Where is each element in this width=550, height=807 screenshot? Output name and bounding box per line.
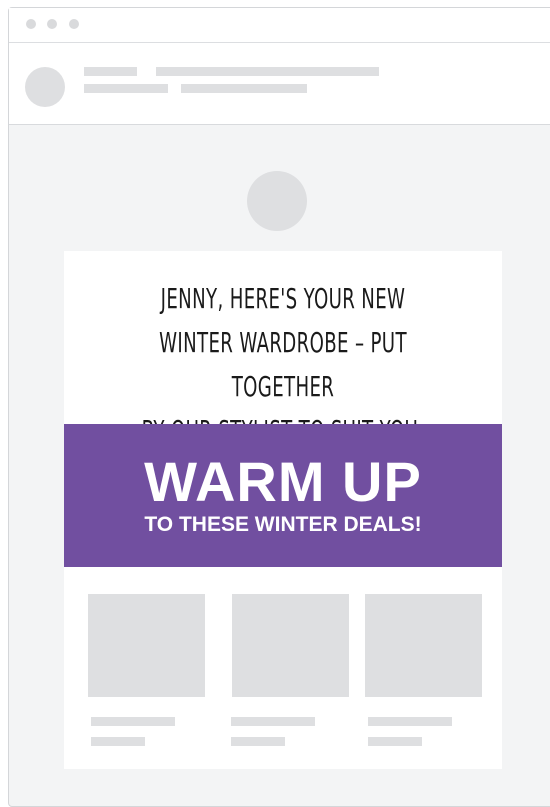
product-title-placeholder: [91, 717, 175, 726]
email-body-card: JENNY, HERE'S YOUR NEW WINTER WARDROBE –…: [64, 251, 502, 769]
window-maximize-dot[interactable]: [69, 19, 79, 29]
product-image-placeholder[interactable]: [365, 594, 482, 697]
greeting-line-2: WINTER WARDROBE – PUT TOGETHER: [159, 326, 407, 403]
email-header: [9, 43, 550, 125]
subject-placeholder: [156, 67, 379, 76]
window-minimize-dot[interactable]: [47, 19, 57, 29]
banner-title: WARM UP: [144, 450, 422, 513]
promo-banner[interactable]: WARM UP TO THESE WINTER DEALS!: [64, 424, 502, 567]
sender-avatar: [25, 67, 65, 107]
date-placeholder: [181, 84, 307, 93]
greeting-line-1: JENNY, HERE'S YOUR NEW: [160, 282, 406, 315]
product-price-placeholder: [368, 737, 422, 746]
product-price-placeholder: [91, 737, 145, 746]
product-title-placeholder: [231, 717, 315, 726]
product-price-placeholder: [231, 737, 285, 746]
window-titlebar: [9, 8, 550, 43]
product-image-placeholder[interactable]: [232, 594, 349, 697]
banner-subtitle: TO THESE WINTER DEALS!: [144, 513, 422, 536]
sender-email-placeholder: [84, 84, 168, 93]
brand-logo-placeholder: [247, 171, 307, 231]
window-close-dot[interactable]: [26, 19, 36, 29]
product-image-placeholder[interactable]: [88, 594, 205, 697]
product-title-placeholder: [368, 717, 452, 726]
sender-name-placeholder: [84, 67, 137, 76]
